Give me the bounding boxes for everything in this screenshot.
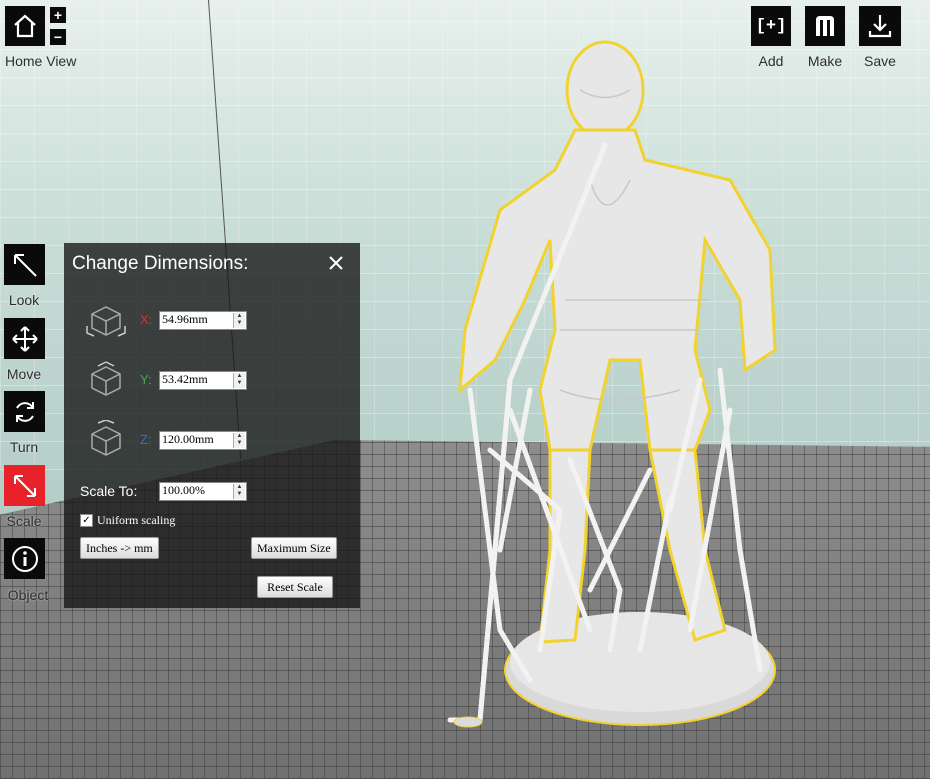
z-axis-label: Z: [140, 432, 152, 447]
make-label: Make [807, 53, 843, 69]
rotate-icon [15, 401, 34, 422]
turn-label: Turn [9, 439, 39, 455]
model-viewport[interactable] [440, 30, 790, 750]
maximum-size-button[interactable]: Maximum Size [251, 537, 337, 559]
inches-to-mm-button[interactable]: Inches -> mm [80, 537, 159, 559]
make-button[interactable] [805, 6, 845, 46]
zoom-in-button[interactable]: + [50, 7, 66, 23]
x-dimension-input[interactable] [160, 312, 232, 327]
change-dimensions-dialog: Change Dimensions: X: ▲▼ Y: ▲▼ [64, 243, 360, 608]
download-icon [868, 15, 892, 38]
object-button[interactable] [4, 538, 45, 579]
turn-button[interactable] [4, 391, 45, 432]
z-dimension-field[interactable]: ▲▼ [159, 431, 247, 450]
scale-label: Scale [6, 513, 42, 529]
dialog-title: Change Dimensions: [72, 253, 249, 274]
x-dimension-row: X: ▲▼ [84, 300, 344, 340]
y-dimension-field[interactable]: ▲▼ [159, 371, 247, 390]
uniform-scaling-option[interactable]: ✓ Uniform scaling [80, 513, 175, 528]
cube-z-icon [91, 420, 121, 456]
z-dimension-row: Z: ▲▼ [84, 420, 344, 460]
object-label: Object [7, 587, 49, 603]
uniform-scaling-label: Uniform scaling [97, 513, 176, 527]
scale-arrow-icon [13, 474, 36, 497]
scale-field[interactable]: ▲▼ [159, 482, 247, 501]
scale-input[interactable] [160, 483, 232, 498]
x-axis-label: X: [140, 312, 153, 327]
close-button[interactable] [326, 253, 346, 273]
reset-scale-button[interactable]: Reset Scale [257, 576, 333, 598]
z-spinner[interactable]: ▲ ▼ [233, 433, 245, 448]
look-arrow-icon [13, 253, 37, 277]
save-button[interactable] [859, 6, 901, 46]
y-dimension-row: Y: ▲▼ [84, 360, 344, 400]
move-arrows-icon [11, 325, 38, 352]
x-dimension-field[interactable]: ▲▼ [159, 311, 247, 330]
info-icon [11, 545, 38, 572]
move-label: Move [6, 366, 42, 382]
move-button[interactable] [4, 318, 45, 359]
scale-button[interactable] [4, 465, 45, 506]
cube-y-icon [91, 361, 121, 396]
save-label: Save [864, 53, 896, 69]
zoom-out-button[interactable]: − [50, 29, 66, 45]
home-view-button[interactable] [5, 6, 45, 46]
home-icon [14, 14, 36, 38]
look-button[interactable] [4, 244, 45, 285]
cube-x-icon [86, 306, 126, 337]
home-view-label: Home View [5, 53, 77, 69]
add-icon: [+] [755, 16, 787, 36]
scale-to-label: Scale To: [80, 483, 138, 499]
y-spinner[interactable]: ▲ ▼ [233, 373, 245, 388]
makerbot-m-icon [816, 16, 834, 36]
add-label: Add [758, 53, 784, 69]
add-button[interactable]: [+] [751, 6, 791, 46]
close-icon [329, 256, 343, 270]
z-dimension-input[interactable] [160, 432, 232, 447]
x-spinner[interactable]: ▲ ▼ [233, 313, 245, 328]
uniform-scaling-checkbox[interactable]: ✓ [80, 514, 93, 527]
y-axis-label: Y: [140, 372, 152, 387]
scale-spinner[interactable]: ▲ ▼ [233, 484, 245, 499]
y-dimension-input[interactable] [160, 372, 232, 387]
look-label: Look [8, 292, 40, 308]
